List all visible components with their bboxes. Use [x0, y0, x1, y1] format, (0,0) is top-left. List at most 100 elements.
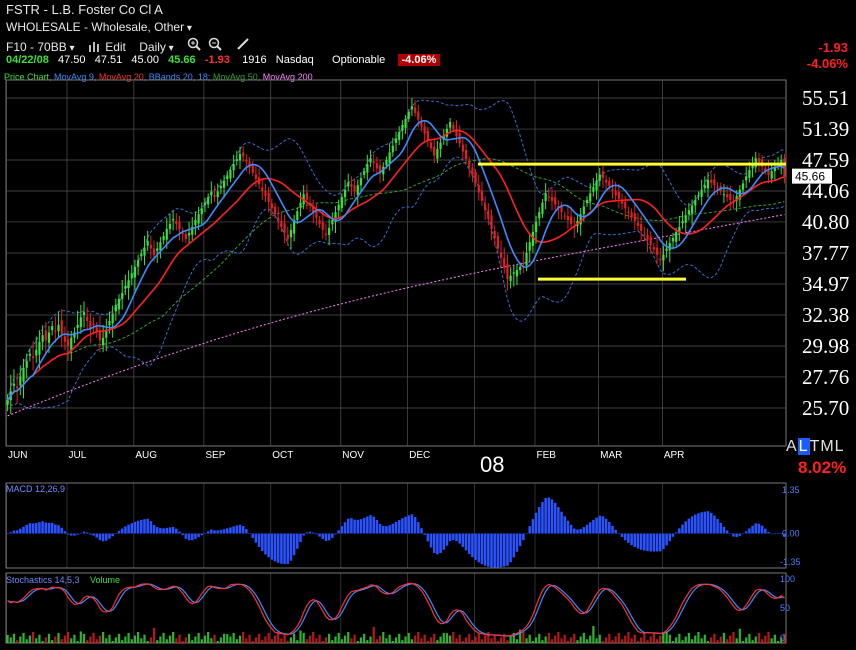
volume-bar — [761, 639, 764, 643]
candle-body — [25, 360, 28, 368]
macd-bar — [229, 527, 232, 534]
macd-bar — [388, 525, 391, 534]
macd-bar — [713, 515, 716, 534]
price-chart-svg[interactable]: 55.5151.3947.5944.0640.8037.7734.9732.38… — [0, 0, 856, 650]
candle-body — [343, 189, 347, 198]
candle-body — [538, 212, 541, 219]
candle-body — [550, 197, 554, 201]
candle-body — [331, 219, 334, 225]
macd-bar — [308, 531, 312, 534]
candle-body — [649, 236, 652, 246]
volume-bar — [620, 639, 624, 643]
macd-bar — [757, 523, 761, 534]
candle-body — [713, 179, 716, 186]
macd-bar — [413, 517, 417, 534]
macd-bar — [401, 518, 404, 534]
macd-bar — [63, 531, 67, 534]
candle-body — [630, 212, 633, 218]
macd-bar — [372, 516, 375, 534]
candle-body — [700, 189, 703, 197]
candle-body — [200, 208, 203, 215]
volume-bar — [194, 636, 197, 643]
volume-bar — [264, 636, 267, 643]
volume-bar — [82, 633, 86, 643]
volume-bar — [140, 638, 143, 643]
macd-bar — [553, 502, 557, 534]
macd-bar — [331, 533, 334, 538]
volume-bar — [776, 641, 780, 643]
volume-bar — [245, 638, 248, 643]
macd-bar — [502, 533, 506, 567]
macd-bar — [537, 506, 541, 534]
volume-bar — [748, 633, 751, 643]
volume-bar — [605, 637, 608, 643]
candle-body — [404, 118, 407, 128]
macd-bar — [458, 533, 461, 544]
macd-bar — [404, 516, 407, 534]
macd-bar — [311, 532, 315, 534]
macd-bar — [566, 520, 570, 534]
candle-body — [624, 201, 627, 209]
macd-bar — [41, 521, 44, 534]
ma20-line — [6, 129, 785, 401]
candle-body — [627, 211, 630, 213]
candle-body — [283, 223, 286, 233]
candle-body — [321, 222, 324, 230]
macd-bar — [57, 525, 60, 534]
candle-body — [353, 185, 356, 192]
macd-bar — [423, 533, 426, 535]
volume-bar — [420, 638, 423, 643]
volume-bar — [372, 626, 375, 643]
candle-body — [407, 112, 410, 119]
macd-bar — [544, 497, 547, 534]
candle-body — [235, 159, 238, 162]
candle-body — [706, 179, 710, 189]
volume-bar — [315, 638, 318, 643]
macd-bar — [397, 520, 401, 534]
volume-bar — [229, 636, 232, 643]
altml-label: ALTML — [786, 438, 845, 455]
candle-body — [146, 241, 149, 246]
volume-bar — [433, 633, 436, 643]
candle-body — [503, 258, 506, 268]
volume-bar — [312, 632, 315, 643]
macd-bar — [681, 524, 684, 534]
macd-bar — [210, 529, 213, 534]
candle-body — [152, 248, 156, 255]
price-tick-label: 32.38 — [802, 303, 849, 327]
macd-bar — [337, 530, 340, 534]
volume-bar — [550, 639, 554, 643]
macd-bar — [44, 522, 48, 534]
volume-bar — [525, 638, 528, 643]
volume-bar — [547, 632, 550, 643]
candle-body — [417, 111, 420, 120]
candle-body — [541, 202, 544, 214]
macd-bar — [171, 526, 175, 534]
macd-bar — [429, 533, 433, 548]
volume-bar — [175, 638, 178, 643]
volume-bar — [9, 637, 12, 643]
macd-bar — [136, 520, 140, 534]
macd-bar — [410, 514, 414, 534]
volume-bar — [108, 634, 111, 643]
macd-bar — [251, 533, 255, 538]
macd-bar — [60, 527, 63, 534]
macd-bar — [709, 512, 713, 534]
macd-axis-label: 0.00 — [782, 529, 800, 539]
volume-bar — [541, 640, 544, 643]
candle-body — [127, 280, 130, 289]
volume-bar — [681, 640, 684, 643]
macd-bar — [276, 533, 280, 563]
volume-bar — [25, 639, 28, 643]
candle-body — [369, 158, 372, 163]
volume-bar — [378, 635, 382, 643]
macd-bar — [38, 522, 41, 534]
macd-bar — [25, 524, 28, 534]
macd-bar — [662, 533, 665, 550]
macd-bar — [436, 533, 439, 555]
x-tick-label: JUN — [8, 450, 27, 461]
candle-body — [608, 180, 611, 187]
macd-bar — [493, 533, 496, 568]
macd-bar — [483, 533, 487, 566]
volume-bar — [35, 638, 38, 643]
